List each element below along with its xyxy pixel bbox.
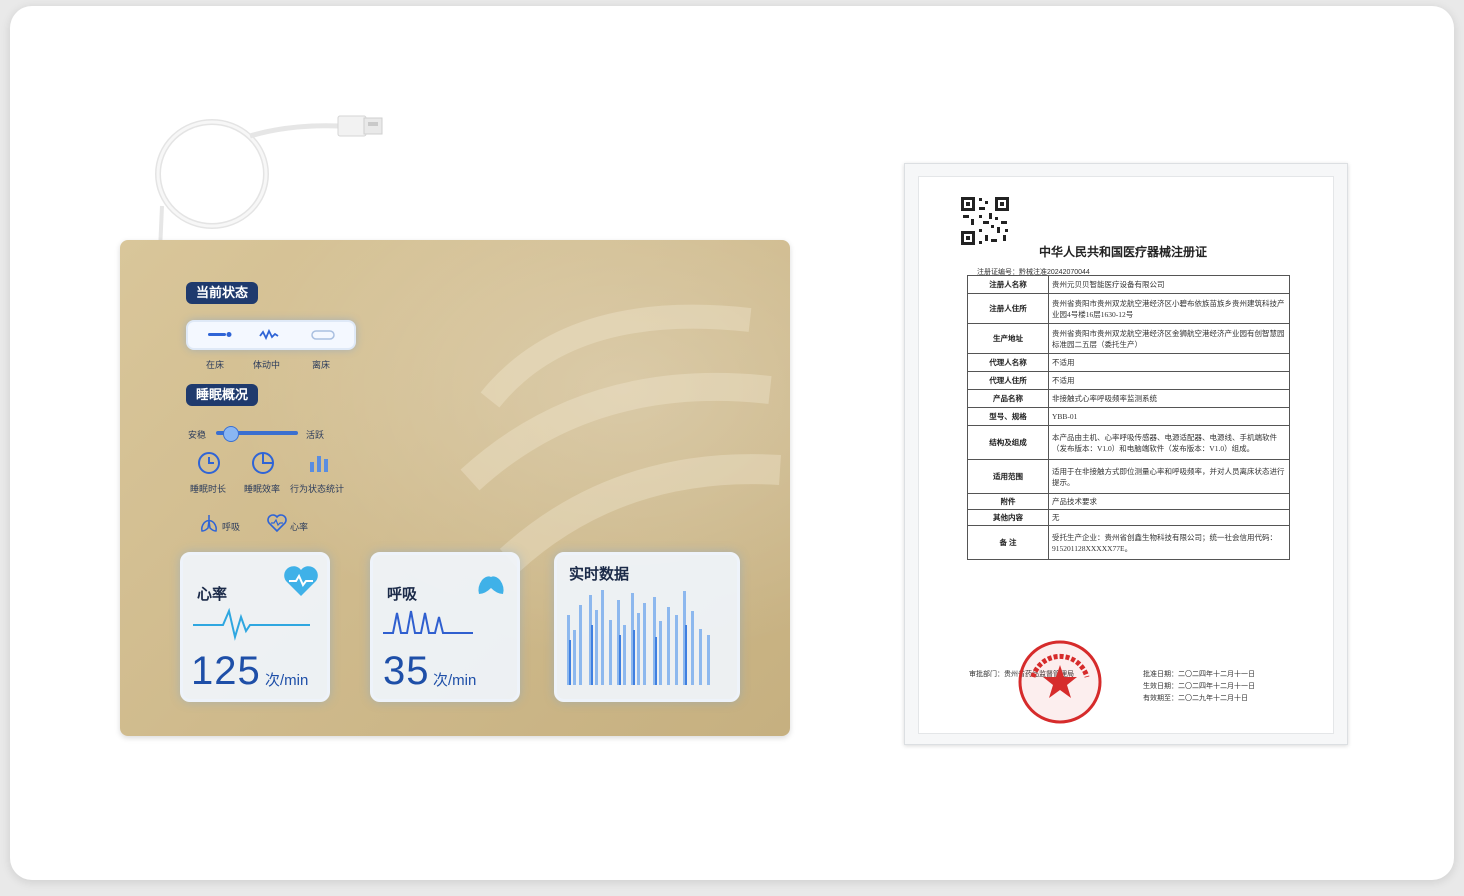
row-key: 注册人名称 (967, 275, 1049, 294)
table-row: 注册人住所 贵州省贵阳市贵州双龙航空港经济区小碧布依族苗族乡贵州建筑科技产业园4号… (967, 293, 1290, 324)
monitoring-mat: 当前状态 在床 体动中 离床 睡眠概况 安稳 活跃 睡眠时长 睡眠效率 行为状态 (120, 240, 790, 736)
heart-wave-icon (193, 607, 310, 641)
row-value: 不适用 (1048, 353, 1290, 372)
pie-chart-icon (252, 452, 274, 474)
effective-date: 生效日期：二〇二四年十二月十一日 (1143, 683, 1255, 690)
realtime-panel: 实时数据 (554, 552, 740, 702)
table-row: 代理人名称 不适用 (967, 353, 1290, 372)
row-key: 备 注 (967, 525, 1049, 560)
table-row: 产品名称 非接触式心率呼吸频率监测系统 (967, 389, 1290, 408)
current-state-label: 当前状态 (186, 282, 259, 304)
row-value: 贵州省贵阳市贵州双龙航空港经济区金狮航空港经济产业园有创智慧园标准园二五层（委托… (1048, 323, 1290, 354)
certificate-frame: 中华人民共和国医疗器械注册证 注册证编号：黔械注准20242070044 注册人… (904, 163, 1348, 745)
clock-icon (198, 452, 220, 474)
row-key: 注册人住所 (967, 293, 1049, 324)
table-row: 生产地址 贵州省贵阳市贵州双龙航空港经济区金狮航空港经济产业园有创智慧园标准园二五… (967, 323, 1290, 354)
state-moving: 体动中 (253, 360, 281, 370)
row-value: 贵州元贝贝智能医疗设备有限公司 (1048, 275, 1290, 294)
row-key: 其他内容 (967, 509, 1049, 526)
table-row: 附件 产品技术要求 (967, 493, 1290, 510)
row-value: 不适用 (1048, 371, 1290, 390)
bar-chart-icon (310, 456, 328, 472)
stat-sleep-duration: 睡眠时长 (190, 484, 227, 494)
table-row: 型号、规格 YBB-01 (967, 407, 1290, 426)
sleep-overview-label: 睡眠概况 (186, 384, 259, 406)
breath-wave-icon (383, 610, 473, 634)
content-card: 当前状态 在床 体动中 离床 睡眠概况 安稳 活跃 睡眠时长 睡眠效率 行为状态 (10, 6, 1454, 880)
qr-code-icon (959, 195, 1011, 247)
breath-title: 呼吸 (387, 586, 418, 603)
heart-rate-value: 125 (191, 649, 261, 693)
table-row: 备 注受托生产企业：贵州省创鑫生物科技有限公司；统一社会信用代码：9152011… (967, 525, 1290, 560)
certificate-table: 注册人名称 贵州元贝贝智能医疗设备有限公司 注册人住所 贵州省贵阳市贵州双龙航空港经济… (967, 275, 1290, 560)
breath-value: 35 (383, 649, 430, 693)
breath-unit: 次/min (433, 672, 477, 689)
row-key: 代理人住所 (967, 371, 1049, 390)
state-in-bed: 在床 (206, 360, 225, 370)
heart-rate-unit: 次/min (265, 672, 309, 689)
row-value: 受托生产企业：贵州省创鑫生物科技有限公司；统一社会信用代码：915201128X… (1048, 525, 1290, 560)
certificate-sheet: 中华人民共和国医疗器械注册证 注册证编号：黔械注准20242070044 注册人… (918, 176, 1334, 734)
table-row: 结构及组成 本产品由主机、心率呼吸传感器、电源适配器、电源线、手机端软件（发布版本… (967, 425, 1290, 460)
row-value: 产品技术要求 (1048, 493, 1290, 510)
state-off-bed: 离床 (312, 360, 331, 370)
row-key: 代理人名称 (967, 353, 1049, 372)
slider-calm-label: 安稳 (188, 430, 207, 440)
approval-date: 批准日期：二〇二四年十二月十一日 (1143, 671, 1255, 678)
toggle-breath[interactable]: 呼吸 (222, 520, 240, 533)
row-value: 贵州省贵阳市贵州双龙航空港经济区小碧布依族苗族乡贵州建筑科技产业园4号楼16层1… (1048, 293, 1290, 324)
lungs-badge-icon (478, 567, 504, 594)
table-row: 注册人名称 贵州元贝贝智能医疗设备有限公司 (967, 275, 1290, 294)
expiry-date: 有效期至：二〇二九年十二月十日 (1143, 695, 1248, 702)
row-key: 附件 (967, 493, 1049, 510)
official-seal-icon (1018, 640, 1102, 724)
heart-badge-icon (284, 566, 318, 596)
activity-slider-knob[interactable] (223, 426, 239, 442)
heart-rate-panel: 心率 125 次/min (180, 552, 330, 702)
usb-cable-icon (155, 115, 383, 252)
realtime-title: 实时数据 (569, 566, 630, 583)
stat-sleep-efficiency: 睡眠效率 (244, 484, 281, 494)
row-key: 生产地址 (967, 323, 1049, 354)
row-value: 非接触式心率呼吸频率监测系统 (1048, 389, 1290, 408)
row-value: 适用于在非接触方式即位测量心率和呼吸频率，并对人员离床状态进行提示。 (1048, 459, 1290, 494)
table-row: 其他内容无 (967, 509, 1290, 526)
table-row: 适用范围 适用于在非接触方式即位测量心率和呼吸频率，并对人员离床状态进行提示。 (967, 459, 1290, 494)
certificate-title: 中华人民共和国医疗器械注册证 (1039, 245, 1208, 259)
row-key: 适用范围 (967, 459, 1049, 494)
heart-rate-title: 心率 (197, 586, 228, 603)
row-value: 无 (1048, 509, 1290, 526)
row-value: YBB-01 (1048, 407, 1290, 426)
breath-panel: 呼吸 35 次/min (370, 552, 520, 702)
realtime-bars-icon (567, 590, 710, 685)
state-indicator-bar (186, 320, 356, 350)
stat-behavior: 行为状态统计 (290, 484, 345, 494)
in-bed-icon (208, 328, 335, 341)
row-key: 型号、规格 (967, 407, 1049, 426)
table-row: 代理人住所 不适用 (967, 371, 1290, 390)
row-value: 本产品由主机、心率呼吸传感器、电源适配器、电源线、手机端软件（发布版本：V1.0… (1048, 425, 1290, 460)
slider-active-label: 活跃 (306, 430, 325, 440)
lungs-icon (201, 515, 217, 532)
row-key: 产品名称 (967, 389, 1049, 408)
toggle-heart[interactable]: 心率 (290, 520, 308, 533)
row-key: 结构及组成 (967, 425, 1049, 460)
heart-icon (267, 514, 287, 533)
